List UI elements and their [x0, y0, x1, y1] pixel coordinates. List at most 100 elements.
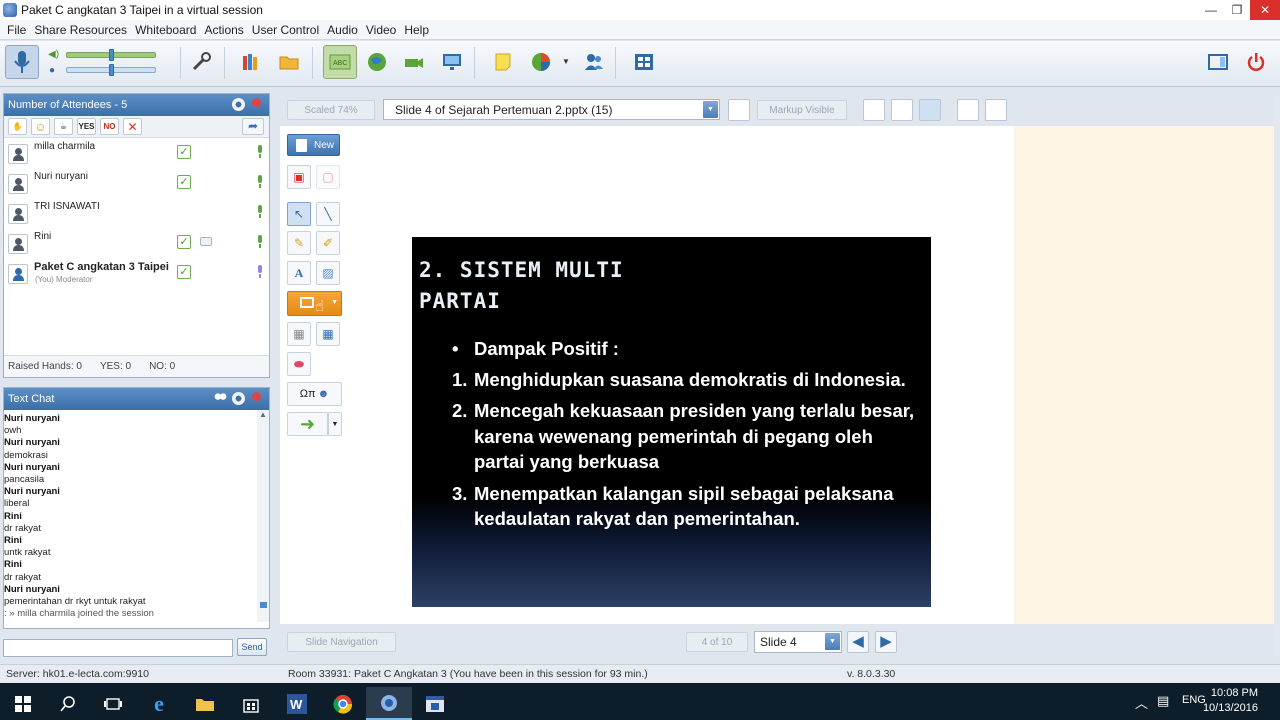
pencil-tool-icon[interactable]: ✎	[287, 231, 311, 255]
dropdown-arrow-icon[interactable]: ▼	[331, 299, 338, 306]
speaker-volume-slider[interactable]	[66, 49, 156, 61]
arrow-dropdown-icon[interactable]: ▼	[328, 412, 342, 436]
clear-icon[interactable]: ▢	[316, 165, 340, 189]
share-arrow-icon[interactable]: ➦	[242, 118, 264, 135]
rotate-left-icon[interactable]	[957, 99, 979, 121]
markup-visible-button[interactable]: Markup Visible	[757, 100, 847, 120]
coffee-break-button[interactable]: ☕	[54, 118, 73, 135]
next-arrow-button[interactable]: ➜	[287, 412, 328, 436]
pin-icon[interactable]	[250, 98, 263, 111]
notification-icon[interactable]: ▤	[1157, 693, 1169, 709]
settings-button[interactable]	[184, 45, 218, 79]
close-button[interactable]: ✕	[1250, 0, 1280, 20]
scroll-thumb[interactable]	[260, 602, 267, 608]
new-page-button[interactable]: New	[287, 134, 340, 156]
web-browser-button[interactable]	[360, 45, 394, 79]
virtual-classroom-taskbar-icon[interactable]	[366, 687, 412, 720]
speaker-volume-knob[interactable]	[109, 49, 114, 61]
chat-scrollbar[interactable]: ▲	[257, 410, 269, 622]
video-grid-button[interactable]	[627, 45, 661, 79]
delete-page-icon[interactable]: ▣	[287, 165, 311, 189]
attendee-row[interactable]: milla charmila ✓	[4, 138, 269, 168]
shape-tool-button[interactable]: ☝ ▼	[287, 291, 342, 316]
calendar-tool-icon[interactable]: ▦	[316, 322, 340, 346]
mic-volume-knob[interactable]	[109, 64, 114, 76]
raise-hand-button[interactable]: ✋	[8, 118, 27, 135]
menu-whiteboard[interactable]: Whiteboard	[131, 23, 200, 37]
minimize-button[interactable]: —	[1198, 0, 1224, 20]
chat-input[interactable]	[3, 639, 233, 657]
maximize-button[interactable]: ❐	[1224, 0, 1250, 20]
fit-page-button[interactable]	[863, 99, 885, 121]
equation-tool-button[interactable]: Ωπ ☻	[287, 382, 342, 406]
exit-button[interactable]	[1239, 45, 1273, 79]
video-file-button[interactable]	[397, 45, 431, 79]
users-icon[interactable]	[214, 392, 227, 405]
mic-volume-slider[interactable]	[66, 64, 156, 76]
image-tool-icon[interactable]: ▨	[316, 261, 340, 285]
eraser-tool-icon[interactable]: ⬬	[287, 352, 311, 376]
microphone-button[interactable]	[5, 45, 39, 79]
slide-navigation-button[interactable]: Slide Navigation	[287, 632, 396, 652]
smiley-button[interactable]: ☺	[31, 118, 50, 135]
books-button[interactable]	[234, 45, 268, 79]
zoom-level[interactable]: Scaled 74%	[287, 100, 375, 120]
windows-start-icon[interactable]	[0, 687, 46, 720]
search-icon[interactable]	[45, 687, 91, 720]
menu-audio[interactable]: Audio	[323, 23, 362, 37]
menu-user-control[interactable]: User Control	[248, 23, 323, 37]
pointer-tool-icon[interactable]: ↖	[287, 202, 311, 226]
menu-video[interactable]: Video	[362, 23, 400, 37]
attendee-row[interactable]: Nuri nuryani ✓	[4, 168, 269, 198]
send-button[interactable]: Send	[237, 638, 267, 656]
screen-share-button[interactable]	[435, 45, 469, 79]
attendee-row[interactable]: TRI ISNAWATI	[4, 198, 269, 228]
notes-button[interactable]	[486, 45, 520, 79]
dropdown-arrow-icon[interactable]: ▼	[825, 633, 840, 650]
whiteboard-button[interactable]: ABC	[323, 45, 357, 79]
tray-chevron-icon[interactable]: ︿	[1135, 693, 1148, 712]
rotate-right-icon[interactable]	[985, 99, 1007, 121]
attendee-row[interactable]: Rini ✓	[4, 228, 269, 258]
markup-checkbox[interactable]	[728, 99, 750, 121]
menu-actions[interactable]: Actions	[200, 23, 247, 37]
line-tool-icon[interactable]: ╲	[316, 202, 340, 226]
edge-browser-icon[interactable]: e	[136, 687, 182, 720]
poll-dropdown-icon[interactable]: ▼	[562, 57, 570, 66]
menu-share-resources[interactable]: Share Resources	[30, 23, 131, 37]
fullscreen-icon[interactable]	[919, 99, 941, 121]
table-tool-icon[interactable]: ▦	[287, 322, 311, 346]
taskbar-clock[interactable]: 10:08 PM 10/13/2016	[1203, 686, 1258, 716]
layout-button[interactable]	[1201, 45, 1235, 79]
folder-button[interactable]	[272, 45, 306, 79]
gear-icon[interactable]	[232, 98, 245, 111]
store-icon[interactable]	[228, 687, 274, 720]
task-view-icon[interactable]	[90, 687, 136, 720]
gear-icon[interactable]	[232, 392, 245, 405]
scroll-up-icon[interactable]: ▲	[259, 410, 267, 419]
menu-help[interactable]: Help	[400, 23, 433, 37]
document-selector[interactable]: Slide 4 of Sejarah Pertemuan 2.pptx (15)…	[383, 99, 720, 120]
next-slide-button[interactable]: ▶	[875, 631, 897, 653]
file-explorer-icon[interactable]	[182, 687, 228, 720]
poll-button[interactable]	[524, 45, 558, 79]
menu-file[interactable]: File	[3, 23, 30, 37]
dropdown-arrow-icon[interactable]: ▼	[703, 101, 718, 118]
pin-icon[interactable]	[250, 392, 263, 405]
presentation-slide[interactable]: 2. SISTEM MULTI PARTAI • Dampak Positif :…	[412, 237, 931, 607]
yes-button[interactable]: YES	[77, 118, 96, 135]
highlighter-tool-icon[interactable]: ✐	[316, 231, 340, 255]
app-window-icon[interactable]	[412, 687, 458, 720]
slide-selector[interactable]: Slide 4 ▼	[754, 631, 842, 653]
clear-status-button[interactable]: ✕	[123, 118, 142, 135]
chrome-icon[interactable]	[320, 687, 366, 720]
whiteboard-toolbar: Scaled 74% Slide 4 of Sejarah Pertemuan …	[280, 96, 1014, 124]
word-icon[interactable]: W	[274, 687, 320, 720]
whiteboard-scrollbar[interactable]	[1274, 96, 1280, 656]
fit-width-icon[interactable]	[891, 99, 913, 121]
previous-slide-button[interactable]: ◀	[847, 631, 869, 653]
breakout-button[interactable]	[577, 45, 611, 79]
text-tool-icon[interactable]: A	[287, 261, 311, 285]
attendee-row[interactable]: Paket C angkatan 3 Taipei (You) Moderato…	[4, 258, 269, 288]
no-button[interactable]: NO	[100, 118, 119, 135]
